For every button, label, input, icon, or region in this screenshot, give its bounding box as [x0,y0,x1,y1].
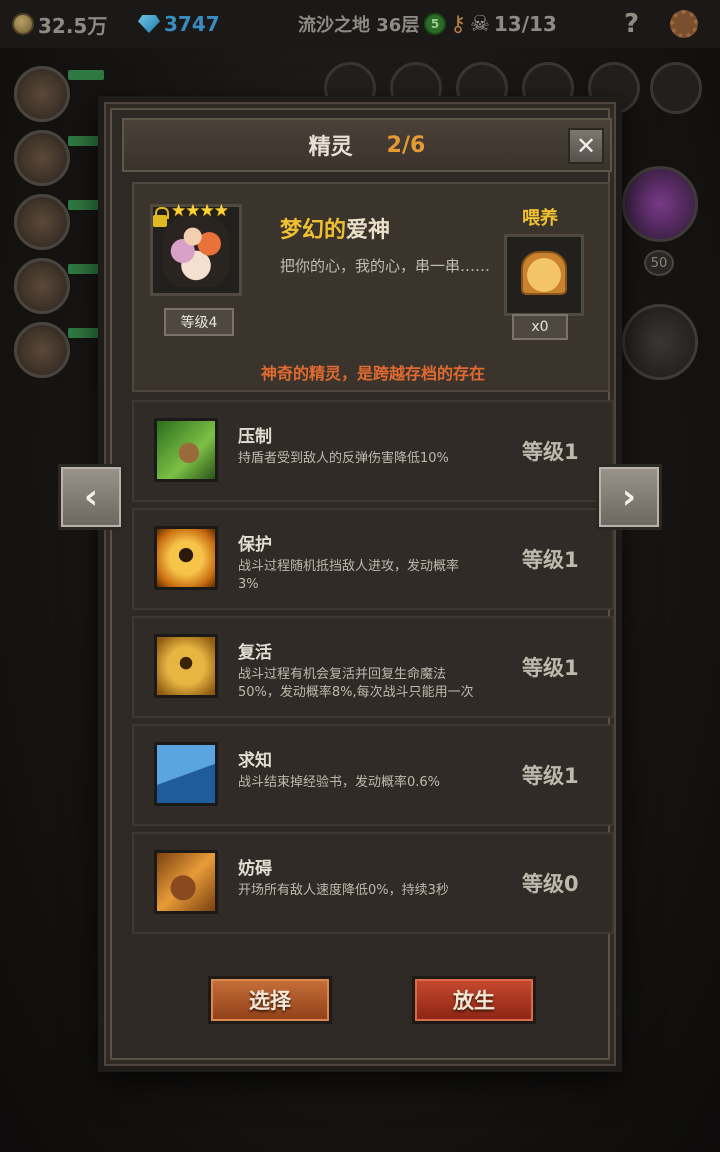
prev-sprite-button[interactable]: ‹ [58,464,124,530]
hero-avatar[interactable] [14,258,70,314]
chevron-left-icon: ‹ [83,477,98,517]
lock-icon [153,207,169,227]
hero-avatar[interactable] [14,130,70,186]
hero-avatar[interactable] [14,322,70,378]
page-counter: 2/6 [386,132,426,158]
skill-description: 战斗结束掉经验书，发动概率0.6% [238,775,441,790]
hero-avatar[interactable] [14,66,70,122]
game-screen: 32.5万 3747 流沙之地 36层 5 ⚷ ☠ 13/13 ? 50 精灵 … [0,0,720,1152]
key-icon: ⚷ [450,11,467,37]
gem-display: 3747 [138,12,220,36]
gold-display: 32.5万 [12,10,107,39]
skill-description: 战斗过程随机抵挡敌人进攻，发动概率3% [238,559,460,592]
skull-count: 13/13 [493,12,557,36]
sprite-description: 把你的心，我的心，串一串…… [280,257,491,275]
gold-coin-icon [12,13,34,35]
green-badge-icon: 5 [424,13,446,35]
hero-avatar[interactable] [14,194,70,250]
feed-label: 喂养 [522,208,558,229]
settings-button[interactable] [670,10,698,38]
skill-name: 妨碍 [238,859,272,879]
feed-item-count: x0 [512,314,568,340]
location-label: 流沙之地 36层 [298,15,420,36]
skill-row: 妨碍 开场所有敌人速度降低0%，持续3秒 等级0 [132,832,614,934]
skull-icon: ☠ [470,11,490,37]
book-icon [154,742,218,806]
dialog-title-bar: 精灵 2/6 ✕ [122,118,612,172]
help-button[interactable]: ? [624,9,639,39]
skill-level: 等级1 [522,440,579,464]
chevron-right-icon: › [621,477,636,517]
feed-button[interactable] [504,234,584,316]
gem-amount: 3747 [164,12,220,36]
close-icon: ✕ [575,132,597,160]
skill-level: 等级1 [522,548,579,572]
chained-boot-icon [154,850,218,914]
skill-description: 持盾者受到敌人的反弹伤害降低10% [238,451,449,466]
status-icons: 5 ⚷ ☠ 13/13 [424,12,557,37]
skill-level: 等级1 [522,764,579,788]
diamond-icon [138,15,160,33]
next-sprite-button[interactable]: › [596,464,662,530]
skill-name: 复活 [238,643,272,663]
shield-spirit-icon [154,526,218,590]
skill-name: 求知 [238,751,272,771]
select-button[interactable]: 选择 [208,976,332,1024]
skill-row: 求知 战斗结束掉经验书，发动概率0.6% 等级1 [132,724,614,826]
raven-orb[interactable] [622,304,698,380]
orb-level-badge: 50 [644,250,674,276]
skill-slot[interactable] [650,62,702,114]
sprite-portrait[interactable]: ★★★★ [150,201,242,296]
claw-icon [154,418,218,482]
close-button[interactable]: ✕ [568,128,604,164]
dialog-frame: 精灵 2/6 ✕ ★★★★ 等级4 梦幻的爱神 把你的心，我的心，串一串…… 喂… [110,108,614,1060]
skill-level: 等级1 [522,656,579,680]
sprite-tagline: 神奇的精灵，是跨越存档的存在 [260,364,485,383]
skill-description: 开场所有敌人速度降低0%，持续3秒 [238,883,449,898]
gear-icon [670,10,698,38]
sprite-level-tag: 等级4 [164,308,234,336]
sprite-info-panel: ★★★★ 等级4 梦幻的爱神 把你的心，我的心，串一串…… 喂养 x0 神奇的精… [132,182,610,392]
gold-amount: 32.5万 [38,13,108,38]
dialog-title: 精灵 [308,135,353,160]
skill-name: 压制 [238,427,272,447]
skill-row: 压制 持盾者受到敌人的反弹伤害降低10% 等级1 [132,400,614,502]
star-rating: ★★★★ [171,201,229,221]
revive-icon [154,634,218,698]
release-button[interactable]: 放生 [412,976,536,1024]
skill-description: 战斗过程有机会复活并回复生命魔法50%，发动概率8%,每次战斗只能用一次 [238,667,474,700]
skill-level: 等级0 [522,872,579,896]
skill-row: 复活 战斗过程有机会复活并回复生命魔法50%，发动概率8%,每次战斗只能用一次 … [132,616,614,718]
skill-row: 保护 战斗过程随机抵挡敌人进攻，发动概率3% 等级1 [132,508,614,610]
hero-health-bar [68,70,104,80]
sprite-name: 梦幻的爱神 [280,218,391,243]
skill-name: 保护 [238,535,272,555]
cupid-sprite-image [163,215,229,287]
bread-icon [521,251,567,295]
spirit-orb[interactable] [622,166,698,242]
top-status-bar: 32.5万 3747 流沙之地 36层 5 ⚷ ☠ 13/13 ? [0,0,720,48]
sprite-dialog: 精灵 2/6 ✕ ★★★★ 等级4 梦幻的爱神 把你的心，我的心，串一串…… 喂… [98,96,622,1072]
